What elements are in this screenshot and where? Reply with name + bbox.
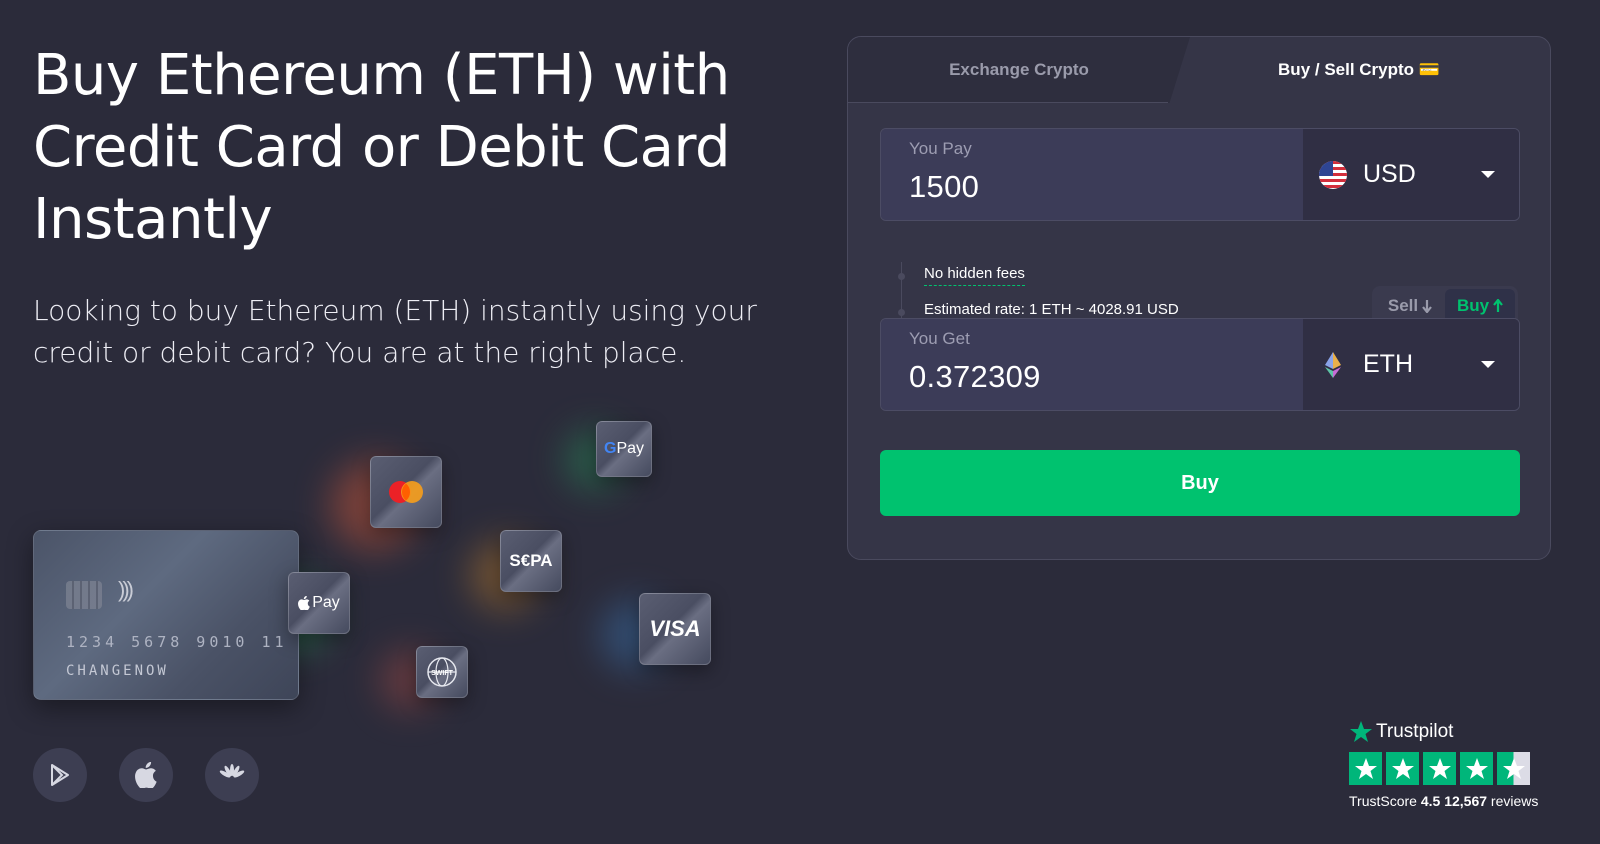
svg-text:SWIFT: SWIFT (431, 670, 453, 677)
you-pay-label: You Pay (909, 139, 972, 158)
card-chip-icon (66, 581, 102, 609)
chevron-down-icon (1481, 361, 1495, 368)
google-play-icon (51, 764, 69, 786)
get-currency-code: ETH (1363, 350, 1413, 378)
no-hidden-fees-link[interactable]: No hidden fees (924, 265, 1025, 286)
app-store-button[interactable] (119, 748, 173, 802)
card-number: 1234 5678 9010 11 (66, 633, 288, 651)
chevron-down-icon (1481, 171, 1495, 178)
contactless-icon: ))) (118, 577, 134, 602)
you-pay-amount-area[interactable]: You Pay 1500 (881, 129, 1303, 220)
you-get-output[interactable]: 0.372309 (909, 359, 1303, 395)
tab-divider (848, 102, 1168, 103)
trustpilot-widget[interactable]: Trustpilot TrustScore 4.5 12,567 reviews (1349, 720, 1569, 809)
arrow-down-icon (1422, 300, 1432, 313)
page-title: Buy Ethereum (ETH) with Credit Card or D… (33, 43, 731, 252)
half-star-icon (1497, 752, 1530, 785)
star-icon (1349, 752, 1382, 785)
swift-icon: SWIFT (416, 646, 468, 698)
card-holder-name: CHANGENOW (66, 663, 169, 679)
buy-button[interactable]: Buy (880, 450, 1520, 516)
you-get-field: You Get 0.372309 ETH (880, 318, 1520, 411)
sepa-icon: S€PA (500, 530, 562, 592)
star-icon (1460, 752, 1493, 785)
info-dot (898, 273, 905, 280)
payment-methods-illustration: ))) 1234 5678 9010 11 CHANGENOW G Pay S€P… (0, 400, 800, 730)
you-pay-input[interactable]: 1500 (909, 169, 1303, 205)
trustpilot-stars (1349, 752, 1569, 785)
you-get-label: You Get (909, 329, 970, 348)
google-play-button[interactable] (33, 748, 87, 802)
pay-currency-select[interactable]: USD (1303, 129, 1519, 220)
app-store-links (33, 748, 259, 802)
apple-icon (135, 762, 157, 788)
google-pay-icon: G Pay (596, 421, 652, 477)
info-dot (898, 309, 905, 316)
get-currency-select[interactable]: ETH (1303, 319, 1519, 410)
widget-tabs: Exchange Crypto Buy / Sell Crypto 💳 (848, 37, 1550, 103)
credit-card: ))) 1234 5678 9010 11 CHANGENOW (33, 530, 299, 700)
visa-icon: VISA (639, 593, 711, 665)
arrow-up-icon (1493, 299, 1503, 312)
you-pay-field: You Pay 1500 USD (880, 128, 1520, 221)
us-flag-icon (1319, 160, 1347, 189)
pay-currency-code: USD (1363, 160, 1416, 188)
apple-pay-icon: Pay (288, 572, 350, 634)
hero: Buy Ethereum (ETH) with Credit Card or D… (33, 40, 813, 374)
ethereum-icon (1325, 351, 1341, 378)
star-icon (1350, 721, 1372, 742)
star-icon (1386, 752, 1419, 785)
page-subtitle: Looking to buy Ethereum (ETH) instantly … (33, 294, 757, 369)
mastercard-icon (370, 456, 442, 528)
trustscore-text: TrustScore 4.5 12,567 reviews (1349, 793, 1539, 809)
star-icon (1423, 752, 1456, 785)
buy-sell-widget: Exchange Crypto Buy / Sell Crypto 💳 You … (847, 36, 1551, 560)
trustpilot-logo: Trustpilot (1349, 720, 1569, 744)
you-get-amount-area[interactable]: You Get 0.372309 (881, 319, 1303, 410)
tab-buy-sell-crypto[interactable]: Buy / Sell Crypto 💳 (1166, 37, 1550, 103)
tab-exchange-crypto[interactable]: Exchange Crypto (848, 37, 1190, 103)
huawei-icon (219, 764, 245, 778)
huawei-appgallery-button[interactable] (205, 748, 259, 802)
